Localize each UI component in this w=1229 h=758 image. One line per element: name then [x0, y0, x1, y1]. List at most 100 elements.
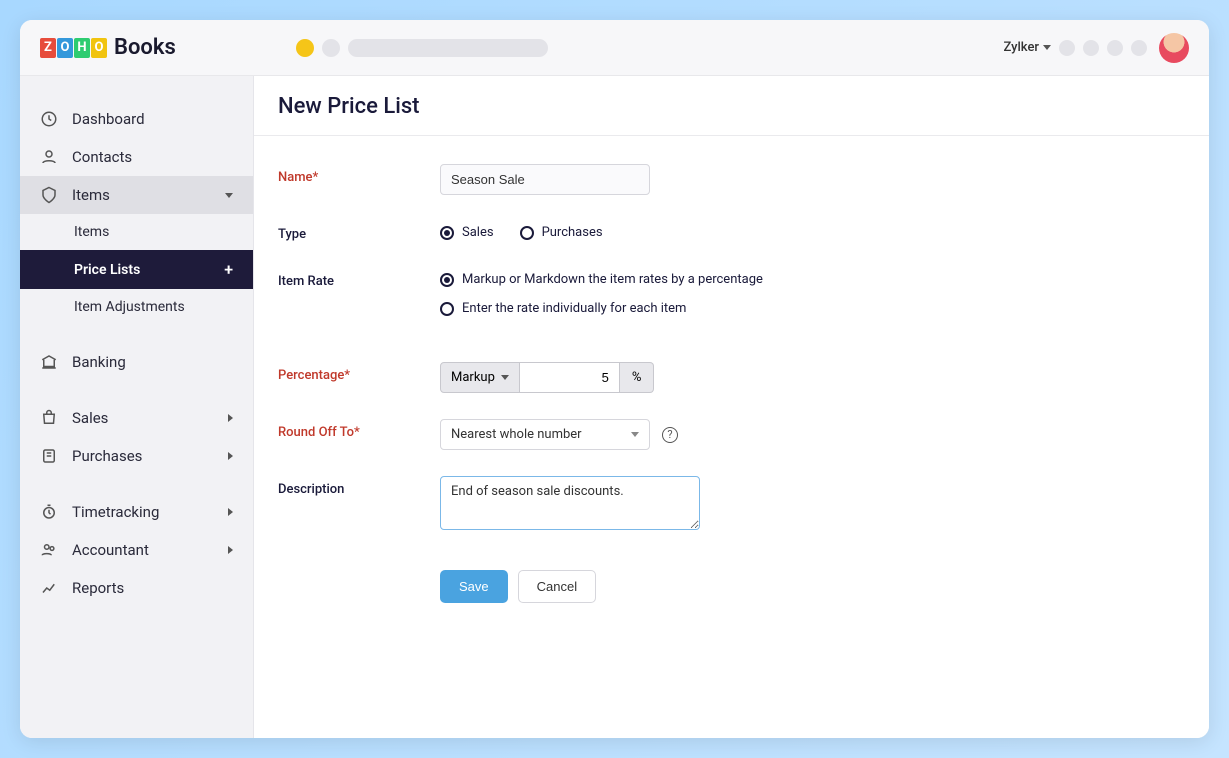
chevron-right-icon	[228, 414, 233, 422]
banking-icon	[40, 353, 58, 371]
sidebar-item-reports[interactable]: Reports	[20, 569, 253, 607]
radio-label: Sales	[462, 225, 494, 240]
plus-icon[interactable]: +	[224, 260, 233, 279]
zoho-logo-icon: Z O H O	[40, 38, 108, 58]
sidebar-subitem-items[interactable]: Items	[20, 214, 253, 250]
sidebar-item-label: Banking	[72, 353, 126, 371]
brand-name: Books	[114, 35, 176, 60]
chevron-right-icon	[228, 508, 233, 516]
save-button[interactable]: Save	[440, 570, 508, 603]
top-action-placeholder-3	[1107, 40, 1123, 56]
type-radio-sales[interactable]: Sales	[440, 225, 494, 240]
top-action-placeholder-4	[1131, 40, 1147, 56]
form-row-item-rate: Item Rate Markup or Markdown the item ra…	[278, 268, 1185, 316]
sidebar-item-timetracking[interactable]: Timetracking	[20, 493, 253, 531]
chevron-right-icon	[228, 546, 233, 554]
sidebar-subitem-item-adjustments[interactable]: Item Adjustments	[20, 289, 253, 325]
chevron-down-icon	[631, 432, 639, 437]
sidebar-item-contacts[interactable]: Contacts	[20, 138, 253, 176]
round-off-value: Nearest whole number	[451, 427, 582, 442]
avatar[interactable]	[1159, 33, 1189, 63]
reports-icon	[40, 579, 58, 597]
description-label: Description	[278, 476, 440, 497]
radio-label: Enter the rate individually for each ite…	[462, 301, 686, 316]
chevron-right-icon	[228, 452, 233, 460]
item-rate-label: Item Rate	[278, 268, 440, 289]
sidebar-item-label: Items	[72, 186, 110, 204]
form-row-description: Description	[278, 476, 1185, 534]
radio-label: Purchases	[542, 225, 603, 240]
sidebar-item-label: Accountant	[72, 541, 149, 559]
status-dot-icon	[296, 39, 314, 57]
sidebar-item-label: Reports	[72, 579, 124, 597]
main-content: New Price List Name* Type	[254, 76, 1209, 738]
form-row-type: Type Sales Purchases	[278, 221, 1185, 242]
name-input[interactable]	[440, 164, 650, 195]
contacts-icon	[40, 148, 58, 166]
help-icon[interactable]: ?	[662, 427, 678, 443]
cancel-button[interactable]: Cancel	[518, 570, 596, 603]
price-list-form: Name* Type Sales	[254, 136, 1209, 631]
top-action-placeholder-1	[1059, 40, 1075, 56]
round-off-label: Round Off To*	[278, 419, 440, 440]
item-rate-radio-individual[interactable]: Enter the rate individually for each ite…	[440, 301, 686, 316]
sidebar-item-accountant[interactable]: Accountant	[20, 531, 253, 569]
percentage-label: Percentage*	[278, 362, 440, 383]
timetracking-icon	[40, 503, 58, 521]
app-body: Dashboard Contacts Items Items Price Lis…	[20, 76, 1209, 738]
sidebar-item-banking[interactable]: Banking	[20, 343, 253, 381]
sidebar-item-sales[interactable]: Sales	[20, 399, 253, 437]
sidebar-item-dashboard[interactable]: Dashboard	[20, 100, 253, 138]
sidebar-item-purchases[interactable]: Purchases	[20, 437, 253, 475]
description-textarea[interactable]	[440, 476, 700, 530]
sidebar-item-items[interactable]: Items	[20, 176, 253, 214]
purchases-icon	[40, 447, 58, 465]
percentage-suffix: %	[620, 362, 655, 393]
type-label: Type	[278, 221, 440, 242]
sidebar-item-label: Purchases	[72, 447, 142, 465]
chevron-down-icon	[225, 193, 233, 198]
form-row-name: Name*	[278, 164, 1185, 195]
round-off-select[interactable]: Nearest whole number	[440, 419, 650, 450]
sidebar-item-label: Dashboard	[72, 110, 145, 128]
org-name-label: Zylker	[1003, 40, 1039, 55]
accountant-icon	[40, 541, 58, 559]
form-row-percentage: Percentage* Markup %	[278, 362, 1185, 393]
placeholder-bar	[348, 39, 548, 57]
percentage-mode-select[interactable]: Markup	[440, 362, 520, 393]
percentage-mode-value: Markup	[451, 370, 495, 385]
sidebar-item-label: Price Lists	[74, 262, 140, 278]
sidebar-item-label: Sales	[72, 409, 108, 427]
sidebar-item-label: Items	[74, 224, 109, 240]
sidebar-item-label: Contacts	[72, 148, 132, 166]
caret-down-icon	[501, 375, 509, 380]
topbar-placeholder	[296, 39, 548, 57]
sidebar-item-label: Timetracking	[72, 503, 159, 521]
sidebar-subitem-price-lists[interactable]: Price Lists +	[20, 250, 253, 289]
form-row-round-off: Round Off To* Nearest whole number ?	[278, 419, 1185, 450]
radio-checked-icon	[440, 226, 454, 240]
caret-down-icon	[1043, 45, 1051, 50]
topbar-right: Zylker	[1003, 33, 1189, 63]
type-radio-purchases[interactable]: Purchases	[520, 225, 603, 240]
dashboard-icon	[40, 110, 58, 128]
radio-unchecked-icon	[520, 226, 534, 240]
item-rate-radio-markup[interactable]: Markup or Markdown the item rates by a p…	[440, 272, 763, 287]
page-header: New Price List	[254, 76, 1209, 136]
sidebar-item-label: Item Adjustments	[74, 299, 185, 315]
percentage-input[interactable]	[520, 362, 620, 393]
placeholder-dot-icon	[322, 39, 340, 57]
radio-unchecked-icon	[440, 302, 454, 316]
radio-checked-icon	[440, 273, 454, 287]
brand-logo[interactable]: Z O H O Books	[40, 35, 176, 60]
sidebar: Dashboard Contacts Items Items Price Lis…	[20, 76, 254, 738]
radio-label: Markup or Markdown the item rates by a p…	[462, 272, 763, 287]
sales-icon	[40, 409, 58, 427]
app-frame: Z O H O Books Zylker	[20, 20, 1209, 738]
page-title: New Price List	[278, 94, 1185, 119]
name-label: Name*	[278, 164, 440, 185]
form-actions: Save Cancel	[440, 570, 1185, 603]
topbar: Z O H O Books Zylker	[20, 20, 1209, 76]
top-action-placeholder-2	[1083, 40, 1099, 56]
org-switcher[interactable]: Zylker	[1003, 40, 1051, 55]
